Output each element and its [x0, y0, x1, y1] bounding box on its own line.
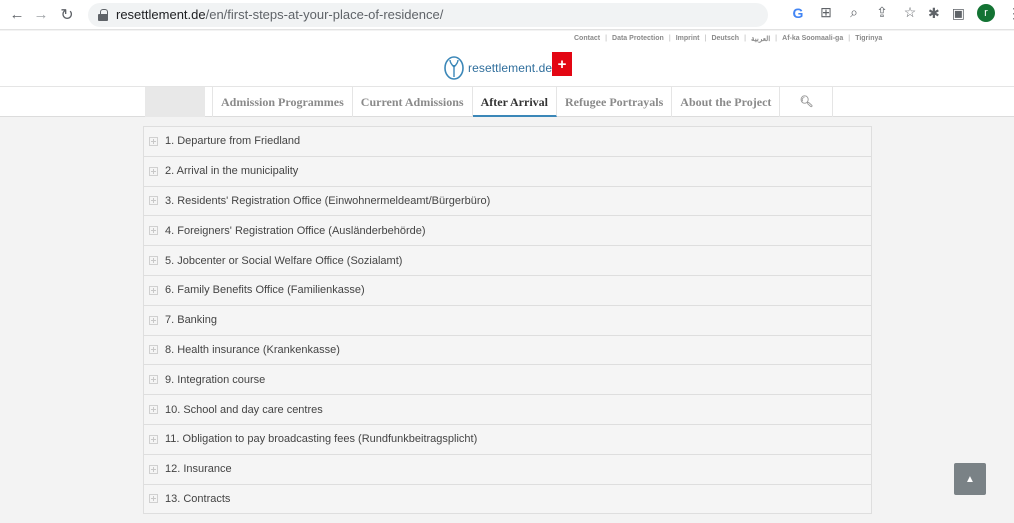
site-top-bar: Contact | Data Protection | Imprint | Deuts…: [0, 31, 1014, 48]
menu-kebab-icon[interactable]: ⋮: [1007, 5, 1014, 22]
search-icon[interactable]: 🔍︎: [780, 87, 834, 117]
expand-plus-icon: [149, 375, 158, 385]
toplink-deutsch[interactable]: Deutsch: [711, 35, 739, 43]
accordion-item[interactable]: 5. Jobcenter or Social Welfare Office (S…: [144, 246, 871, 276]
toplink-somali[interactable]: Af-ka Soomaali-ga: [782, 35, 843, 43]
separator: |: [775, 35, 778, 42]
forward-arrow-icon[interactable]: →: [30, 4, 52, 26]
accordion-item-label: 5. Jobcenter or Social Welfare Office (S…: [165, 254, 403, 267]
side-panel-icon[interactable]: ▣: [952, 5, 965, 22]
nav-admission-programmes[interactable]: Admission Programmes: [212, 87, 353, 117]
expand-plus-icon: [149, 315, 158, 325]
google-icon[interactable]: G: [790, 5, 806, 21]
accordion-item-label: 10. School and day care centres: [165, 403, 323, 416]
share-icon[interactable]: ⇪: [874, 4, 890, 21]
lock-icon: [98, 8, 108, 21]
nav-about-the-project[interactable]: About the Project: [672, 87, 781, 117]
nav-home-area: [145, 87, 205, 117]
accordion-item[interactable]: 6. Family Benefits Office (Familienkasse…: [144, 275, 871, 306]
url-path: /en/first-steps-at-your-place-of-residen…: [205, 7, 444, 22]
separator: |: [704, 35, 707, 42]
scroll-to-top-button[interactable]: ▲: [954, 463, 986, 495]
caritas-logo[interactable]: +: [552, 52, 572, 76]
browser-toolbar: ← → ↻ resettlement.de /en/first-steps-at…: [0, 0, 1014, 30]
toplink-tigrinya[interactable]: Tigrinya: [855, 35, 882, 43]
accordion-item-label: 4. Foreigners' Registration Office (Ausl…: [165, 224, 426, 237]
steps-accordion: 1. Departure from Friedland 2. Arrival i…: [143, 126, 872, 515]
chevron-up-icon: ▲: [965, 473, 975, 485]
accordion-item-label: 13. Contracts: [165, 492, 231, 505]
expand-plus-icon: [149, 256, 158, 266]
accordion-item-label: 11. Obligation to pay broadcasting fees …: [165, 433, 478, 446]
accordion-item-label: 9. Integration course: [165, 373, 266, 386]
logo-text: resettlement.de: [468, 61, 553, 75]
accordion-item[interactable]: 11. Obligation to pay broadcasting fees …: [144, 424, 871, 455]
accordion-item-label: 2. Arrival in the municipality: [165, 165, 299, 178]
accordion-item-label: 6. Family Benefits Office (Familienkasse…: [165, 284, 365, 297]
extensions-icon[interactable]: ✱: [928, 5, 940, 22]
accordion-item-label: 1. Departure from Friedland: [165, 135, 301, 148]
accordion-item[interactable]: 2. Arrival in the municipality: [144, 156, 871, 187]
nav-after-arrival[interactable]: After Arrival: [472, 87, 557, 117]
site-logo[interactable]: resettlement.de: [443, 55, 552, 81]
url-host: resettlement.de: [116, 7, 206, 22]
main-navigation: Admission Programmes Current Admissions …: [0, 86, 1014, 117]
expand-plus-icon: [149, 494, 158, 504]
accordion-item-label: 8. Health insurance (Krankenkasse): [165, 343, 340, 356]
nav-current-admissions[interactable]: Current Admissions: [353, 87, 473, 117]
address-bar[interactable]: resettlement.de /en/first-steps-at-your-…: [88, 2, 768, 27]
profile-avatar[interactable]: r: [976, 4, 995, 22]
separator: |: [848, 35, 851, 42]
back-arrow-icon[interactable]: ←: [6, 4, 28, 26]
expand-plus-icon: [149, 226, 158, 236]
accordion-item[interactable]: 8. Health insurance (Krankenkasse): [144, 335, 871, 366]
toplink-arabic[interactable]: العربية: [751, 35, 770, 43]
accordion-item[interactable]: 4. Foreigners' Registration Office (Ausl…: [144, 216, 871, 247]
expand-plus-icon: [149, 136, 158, 146]
accordion-item-label: 7. Banking: [165, 314, 217, 327]
accordion-item[interactable]: 3. Residents' Registration Office (Einwo…: [144, 186, 871, 217]
nav-refugee-portrayals[interactable]: Refugee Portrayals: [557, 87, 673, 117]
toplink-imprint[interactable]: Imprint: [676, 35, 700, 43]
accordion-item[interactable]: 13. Contracts: [144, 484, 871, 515]
expand-plus-icon: [149, 166, 158, 176]
translate-icon[interactable]: ⊞: [818, 4, 834, 21]
expand-plus-icon: [149, 464, 158, 474]
reload-icon[interactable]: ↻: [56, 4, 78, 26]
accordion-item[interactable]: 12. Insurance: [144, 454, 871, 485]
accordion-item-label: 12. Insurance: [165, 463, 232, 476]
bookmark-star-icon[interactable]: ☆: [902, 4, 918, 21]
toplink-data-protection[interactable]: Data Protection: [612, 35, 664, 43]
expand-plus-icon: [149, 405, 158, 415]
separator: |: [744, 35, 747, 42]
toplink-contact[interactable]: Contact: [574, 35, 600, 43]
expand-plus-icon: [149, 285, 158, 295]
expand-plus-icon: [149, 196, 158, 206]
resettlement-logo-icon: [444, 56, 464, 80]
zoom-icon[interactable]: ⌕: [846, 4, 862, 21]
accordion-item[interactable]: 10. School and day care centres: [144, 395, 871, 425]
expand-plus-icon: [149, 345, 158, 355]
accordion-item[interactable]: 9. Integration course: [144, 365, 871, 396]
accordion-item-label: 3. Residents' Registration Office (Einwo…: [165, 194, 491, 207]
separator: |: [668, 35, 671, 42]
separator: |: [605, 35, 608, 42]
accordion-item[interactable]: 7. Banking: [144, 305, 871, 336]
accordion-item[interactable]: 1. Departure from Friedland: [144, 127, 871, 157]
expand-plus-icon: [149, 434, 158, 444]
